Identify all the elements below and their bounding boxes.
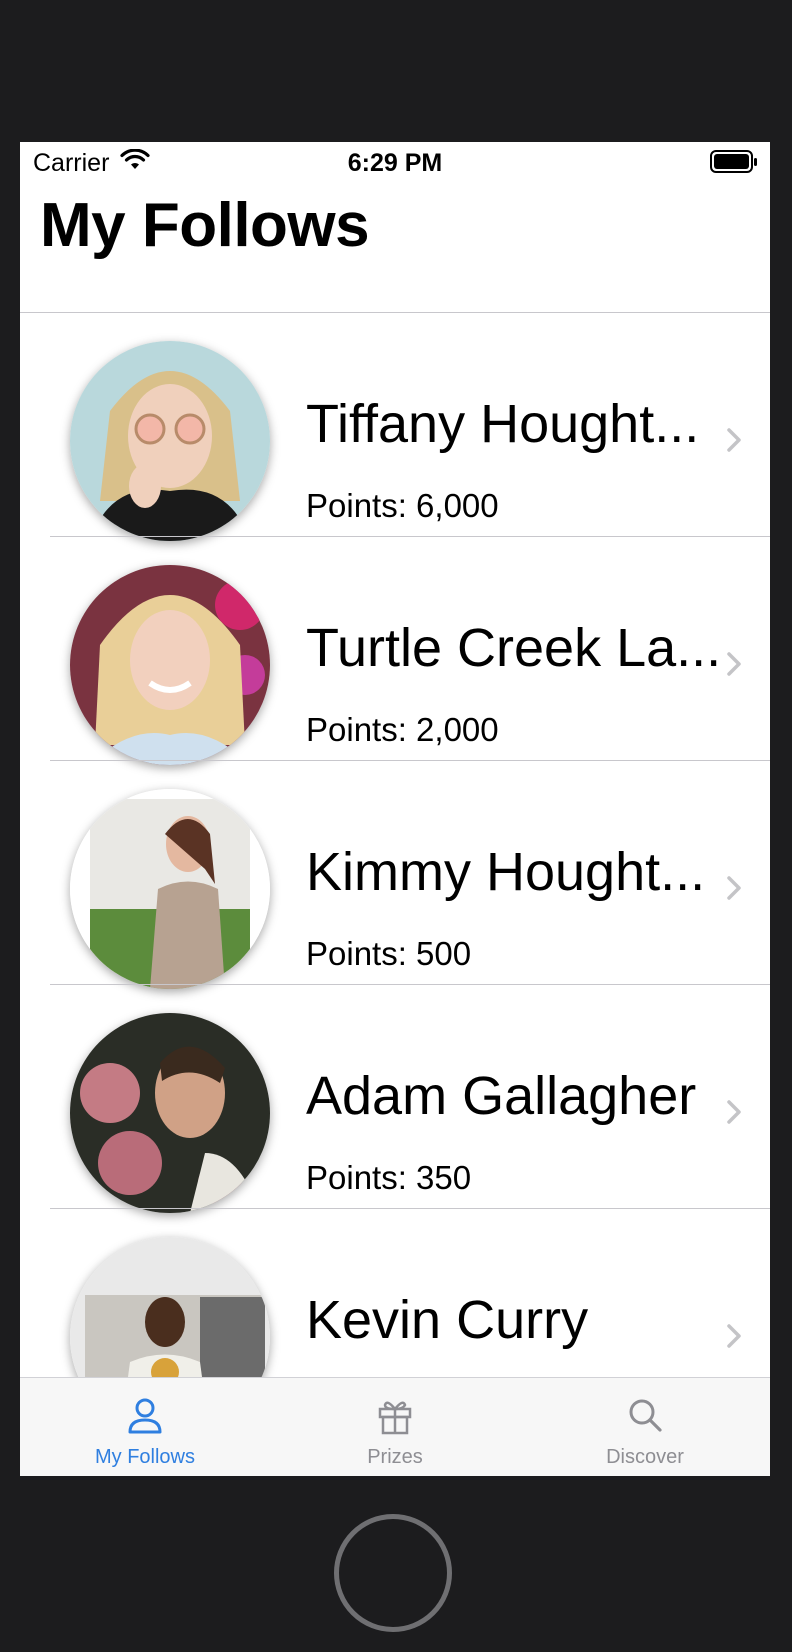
follow-row[interactable]: Kimmy Hought... Points: 500 xyxy=(20,761,770,989)
chevron-right-icon xyxy=(726,875,742,906)
tab-my-follows[interactable]: My Follows xyxy=(20,1378,270,1476)
avatar xyxy=(70,789,270,989)
follow-row[interactable]: Tiffany Hought... Points: 6,000 xyxy=(20,313,770,541)
tab-bar: My Follows Prizes Discover xyxy=(20,1377,770,1476)
follow-row[interactable]: Turtle Creek La... Points: 2,000 xyxy=(20,537,770,765)
avatar xyxy=(70,341,270,541)
page-title: My Follows xyxy=(40,191,370,260)
follow-name: Kimmy Hought... xyxy=(306,842,706,902)
follow-points: Points: 2,000 xyxy=(306,711,499,748)
gift-icon xyxy=(375,1396,415,1436)
battery-icon xyxy=(710,150,758,179)
tab-label: Discover xyxy=(606,1446,684,1468)
search-icon xyxy=(625,1396,665,1436)
tab-prizes[interactable]: Prizes xyxy=(270,1378,520,1476)
follow-name: Kevin Curry xyxy=(306,1290,589,1350)
chevron-right-icon xyxy=(726,427,742,458)
follow-list[interactable]: Tiffany Hought... Points: 6,000 Turtle C… xyxy=(20,313,770,1476)
follow-points: Points: 6,000 xyxy=(306,487,499,524)
tab-label: Prizes xyxy=(367,1446,423,1468)
tab-label: My Follows xyxy=(94,1446,195,1468)
home-button[interactable] xyxy=(334,1514,452,1632)
follow-name: Adam Gallagher xyxy=(306,1066,697,1126)
person-icon xyxy=(125,1396,165,1436)
follow-points: Points: 350 xyxy=(306,1159,472,1196)
chevron-right-icon xyxy=(726,651,742,682)
app-screen: Carrier 6:29 PM My Follows Tiffany Hough… xyxy=(20,142,770,1476)
follow-name: Tiffany Hought... xyxy=(306,394,700,454)
avatar xyxy=(70,565,270,765)
chevron-right-icon xyxy=(726,1323,742,1354)
follow-row[interactable]: Adam Gallagher Points: 350 xyxy=(20,985,770,1213)
chevron-right-icon xyxy=(726,1099,742,1130)
tab-discover[interactable]: Discover xyxy=(520,1378,770,1476)
status-bar: Carrier 6:29 PM xyxy=(20,142,770,182)
status-time: 6:29 PM xyxy=(347,149,443,177)
follow-name: Turtle Creek La... xyxy=(306,618,722,678)
avatar xyxy=(70,1013,270,1213)
follow-points: Points: 500 xyxy=(306,935,472,972)
